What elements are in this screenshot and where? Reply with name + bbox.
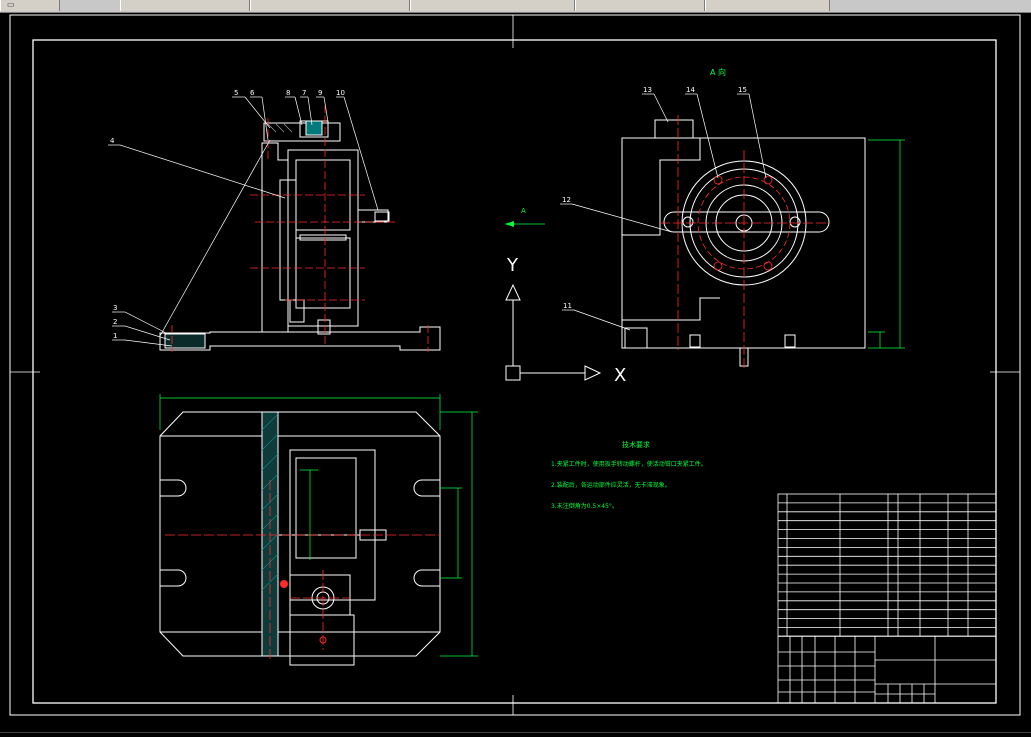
note-line: 2.装配后，各运动部件应灵活，无卡滞现象。: [551, 481, 671, 489]
part-label: 8: [286, 89, 290, 97]
top-view-dimensions: [159, 394, 478, 657]
part-label: 4: [110, 137, 115, 145]
tab-icon: ▭: [7, 0, 15, 9]
tab-3[interactable]: [250, 0, 410, 11]
tab-5[interactable]: [575, 0, 705, 11]
command-line-strip[interactable]: [0, 732, 1031, 737]
part-label: 12: [562, 196, 571, 204]
cad-drawing: 5 6 8 7 9 10 4 3 2 1 A 向 13 14 15 12 11 …: [9, 14, 1021, 716]
top-view: [159, 411, 441, 666]
side-view-labels: A 向 13 14 15 12 11: [562, 67, 747, 310]
red-marker: [280, 580, 288, 588]
front-view-centerlines: [171, 105, 429, 352]
front-view: [159, 120, 441, 351]
part-label: 7: [302, 89, 306, 97]
part-label: 13: [643, 86, 652, 94]
part-label: 5: [234, 89, 238, 97]
tab-1[interactable]: ▭: [0, 0, 60, 11]
tab-6[interactable]: [705, 0, 830, 11]
part-label: 6: [250, 89, 255, 97]
part-label: 14: [686, 86, 695, 94]
drawing-tab-bar: ▭: [0, 0, 1031, 13]
svg-text:A: A: [521, 207, 526, 215]
tab-2[interactable]: [120, 0, 250, 11]
tab-4[interactable]: [410, 0, 575, 11]
part-label: 9: [318, 89, 322, 97]
view-arrow: A: [505, 207, 545, 227]
part-label: 10: [336, 89, 345, 97]
ucs-icon: [505, 283, 602, 381]
front-view-leaders: [108, 96, 379, 347]
ucs-y-label: Y: [506, 255, 519, 276]
part-label: 1: [113, 332, 117, 340]
part-label: 11: [563, 302, 572, 310]
part-label: 3: [113, 304, 117, 312]
notes-title: 技术要求: [622, 440, 650, 449]
part-label: 2: [113, 318, 117, 326]
side-view: [621, 119, 866, 367]
note-line: 1.夹紧工件时，使用扳手转动螺杆，使活动钳口夹紧工件。: [551, 460, 707, 468]
technical-notes: 技术要求 1.夹紧工件时，使用扳手转动螺杆，使活动钳口夹紧工件。 2.装配后，各…: [551, 440, 707, 510]
inner-frame: [32, 39, 997, 704]
top-view-centerlines: [165, 480, 440, 660]
view-label: A 向: [710, 67, 726, 77]
parts-list: [777, 493, 997, 704]
note-line: 3.未注倒角为0.5×45°。: [551, 502, 618, 510]
drawing-canvas[interactable]: 5 6 8 7 9 10 4 3 2 1 A 向 13 14 15 12 11 …: [0, 13, 1031, 733]
ucs-x-label: X: [614, 365, 626, 386]
part-label: 15: [738, 86, 747, 94]
side-view-dimensions: [868, 139, 905, 349]
